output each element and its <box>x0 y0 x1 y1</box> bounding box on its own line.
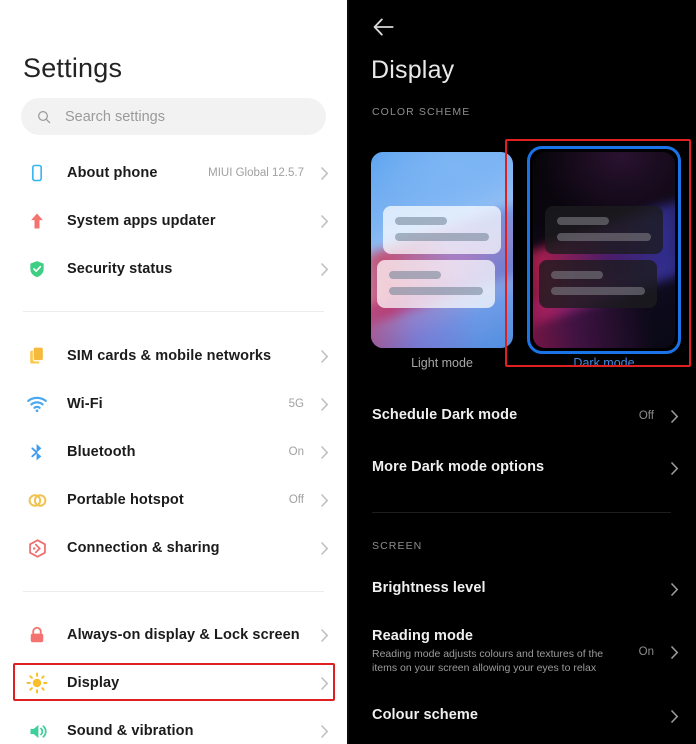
up-arrow-icon <box>24 208 50 234</box>
display-item-reading-mode[interactable]: Reading mode Reading mode adjusts colour… <box>347 625 696 677</box>
display-item-more-dark-mode-options[interactable]: More Dark mode options <box>347 454 696 482</box>
chevron-right-icon <box>320 541 329 555</box>
preview-bar <box>389 287 483 295</box>
sidebar-item-portable-hotspot[interactable]: Portable hotspot Off <box>0 476 347 524</box>
color-scheme-option-light-mode[interactable]: Light mode <box>371 152 513 370</box>
preview-bar <box>395 217 447 225</box>
bluetooth-icon <box>24 439 50 465</box>
device-settings-screenshot: Settings Search settings About phone MIU… <box>0 0 696 744</box>
display-item-brightness-level[interactable]: Brightness level <box>347 575 696 603</box>
connection-share-icon <box>24 535 50 561</box>
chevron-right-icon <box>670 645 679 660</box>
sidebar-item-about-phone[interactable]: About phone MIUI Global 12.5.7 <box>0 149 347 197</box>
chevron-right-icon <box>320 397 329 411</box>
display-item-label: Schedule Dark mode <box>372 407 518 423</box>
sidebar-item-value: On <box>288 446 304 458</box>
chevron-right-icon <box>670 461 679 476</box>
sidebar-item-value: 5G <box>288 398 304 410</box>
sidebar-item-wifi[interactable]: Wi-Fi 5G <box>0 380 347 428</box>
display-item-value: Off <box>638 410 654 422</box>
phone-outline-icon <box>24 160 50 186</box>
chevron-right-icon <box>670 409 679 424</box>
chevron-right-icon <box>320 724 329 738</box>
display-item-subtitle: Reading mode adjusts colours and texture… <box>372 648 604 674</box>
chevron-right-icon <box>320 214 329 228</box>
section-label-screen: SCREEN <box>372 540 423 552</box>
shield-check-icon <box>24 256 50 282</box>
sidebar-item-connection-sharing[interactable]: Connection & sharing <box>0 524 347 572</box>
sidebar-item-label: Bluetooth <box>67 444 136 460</box>
color-scheme-label-light: Light mode <box>411 356 473 370</box>
preview-bar <box>551 271 603 279</box>
chevron-right-icon <box>320 349 329 363</box>
preview-bar <box>557 217 609 225</box>
sidebar-item-system-apps-updater[interactable]: System apps updater <box>0 197 347 245</box>
sidebar-item-label: Display <box>67 675 120 691</box>
wifi-icon <box>24 391 50 417</box>
display-item-label: Reading mode <box>372 628 474 644</box>
preview-card <box>539 260 657 308</box>
sidebar-item-label: Wi-Fi <box>67 396 103 412</box>
chevron-right-icon <box>320 445 329 459</box>
chevron-right-icon <box>320 676 329 690</box>
sidebar-item-always-on-display-lock-screen[interactable]: Always-on display & Lock screen <box>0 611 347 659</box>
color-scheme-label-dark: Dark mode <box>573 356 635 370</box>
hotspot-icon <box>24 487 50 513</box>
sidebar-item-label: Security status <box>67 261 173 277</box>
dark-mode-preview-image <box>533 152 675 348</box>
preview-bar <box>395 233 489 241</box>
section-label-color-scheme: COLOR SCHEME <box>372 106 471 118</box>
sidebar-item-security-status[interactable]: Security status <box>0 245 347 293</box>
sidebar-item-display[interactable]: Display <box>0 659 347 707</box>
sidebar-item-sim-cards[interactable]: SIM cards & mobile networks <box>0 332 347 380</box>
sidebar-item-value: Off <box>288 494 304 506</box>
sim-cards-icon <box>24 343 50 369</box>
search-placeholder: Search settings <box>65 108 165 125</box>
section-divider <box>372 512 671 513</box>
chevron-right-icon <box>320 166 329 180</box>
sidebar-item-label: Connection & sharing <box>67 540 220 556</box>
sidebar-item-label: SIM cards & mobile networks <box>67 348 272 364</box>
brightness-sun-icon <box>24 670 50 696</box>
speaker-icon <box>24 718 50 744</box>
section-divider <box>23 591 324 592</box>
chevron-right-icon <box>320 628 329 642</box>
panel-separator <box>347 0 349 744</box>
sidebar-item-value: MIUI Global 12.5.7 <box>208 167 304 179</box>
color-scheme-option-dark-mode[interactable]: Dark mode <box>527 146 681 370</box>
sidebar-item-label: System apps updater <box>67 213 216 229</box>
light-mode-preview-image <box>371 152 513 348</box>
display-settings-panel: Display COLOR SCHEME Light mode Dark mod… <box>347 0 696 744</box>
display-item-value: On <box>638 646 654 658</box>
sidebar-item-label: About phone <box>67 165 158 181</box>
chevron-right-icon <box>320 262 329 276</box>
preview-bar <box>551 287 645 295</box>
chevron-right-icon <box>670 582 679 597</box>
preview-card <box>545 206 663 254</box>
back-arrow-icon[interactable] <box>371 14 397 40</box>
display-item-schedule-dark-mode[interactable]: Schedule Dark mode Off <box>347 402 696 430</box>
preview-bar <box>557 233 651 241</box>
search-icon <box>38 110 51 123</box>
page-title: Display <box>371 56 455 84</box>
display-item-label: Brightness level <box>372 580 486 596</box>
preview-bar <box>389 271 441 279</box>
lock-icon <box>24 622 50 648</box>
page-title: Settings <box>23 53 123 83</box>
sidebar-item-sound-vibration[interactable]: Sound & vibration <box>0 707 347 744</box>
sidebar-item-label: Sound & vibration <box>67 723 194 739</box>
sidebar-item-label: Always-on display & Lock screen <box>67 627 300 643</box>
section-divider <box>23 311 324 312</box>
chevron-right-icon <box>670 709 679 724</box>
sidebar-item-bluetooth[interactable]: Bluetooth On <box>0 428 347 476</box>
display-item-colour-scheme[interactable]: Colour scheme <box>347 702 696 730</box>
preview-card <box>383 206 501 254</box>
display-item-label: Colour scheme <box>372 707 479 723</box>
chevron-right-icon <box>320 493 329 507</box>
display-item-label: More Dark mode options <box>372 459 545 475</box>
sidebar-item-label: Portable hotspot <box>67 492 184 508</box>
preview-card <box>377 260 495 308</box>
settings-list-panel: Settings Search settings About phone MIU… <box>0 0 347 744</box>
search-input[interactable]: Search settings <box>21 98 326 135</box>
